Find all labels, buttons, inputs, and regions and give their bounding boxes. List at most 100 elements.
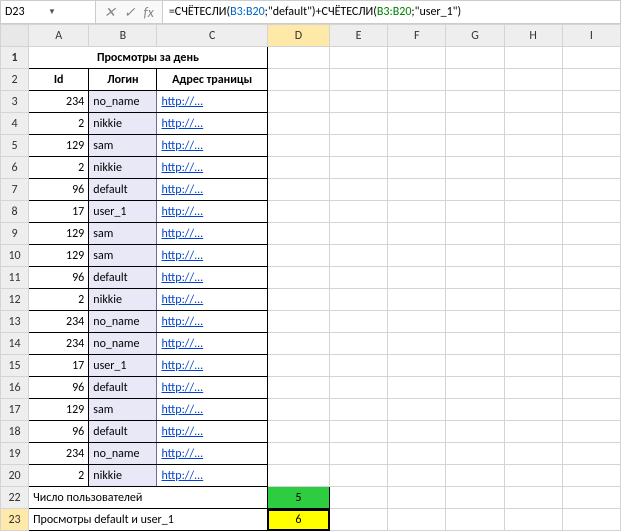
cell-login[interactable]: sam (89, 135, 157, 157)
row-header[interactable]: 17 (1, 399, 29, 421)
cell-link[interactable]: http://... (157, 179, 267, 201)
row-header[interactable]: 5 (1, 135, 29, 157)
cell-id[interactable]: 17 (29, 355, 89, 377)
cell-login[interactable]: default (89, 179, 157, 201)
row-header[interactable]: 18 (1, 421, 29, 443)
summary-value-users[interactable]: 5 (267, 487, 329, 509)
col-header-G[interactable]: G (446, 25, 504, 47)
cell-login[interactable]: user_1 (89, 201, 157, 223)
cell-login[interactable]: sam (89, 223, 157, 245)
row-header[interactable]: 13 (1, 311, 29, 333)
cell-login[interactable]: default (89, 267, 157, 289)
cancel-icon[interactable]: ✕ (104, 4, 116, 21)
cell-id[interactable]: 234 (29, 311, 89, 333)
header-page[interactable]: Адрес траницы (157, 69, 267, 91)
cell-id[interactable]: 96 (29, 179, 89, 201)
row-header[interactable]: 23 (1, 509, 29, 531)
cell-login[interactable]: nikkie (89, 289, 157, 311)
cell-id[interactable]: 17 (29, 201, 89, 223)
spreadsheet-grid[interactable]: A B C D E F G H I 1 Просмотры за день 2 … (0, 24, 621, 531)
cell-login[interactable]: no_name (89, 443, 157, 465)
row-header[interactable]: 3 (1, 91, 29, 113)
row-header[interactable]: 6 (1, 157, 29, 179)
cell-link[interactable]: http://... (157, 223, 267, 245)
cell-login[interactable]: nikkie (89, 157, 157, 179)
col-header-E[interactable]: E (330, 25, 388, 47)
cell-id[interactable]: 2 (29, 113, 89, 135)
cell-login[interactable]: nikkie (89, 113, 157, 135)
row-header[interactable]: 20 (1, 465, 29, 487)
cell-id[interactable]: 129 (29, 399, 89, 421)
cell-link[interactable]: http://... (157, 135, 267, 157)
cell-link[interactable]: http://... (157, 443, 267, 465)
header-login[interactable]: Логин (89, 69, 157, 91)
cell-login[interactable]: default (89, 421, 157, 443)
row-header[interactable]: 8 (1, 201, 29, 223)
row-header[interactable]: 11 (1, 267, 29, 289)
cell-id[interactable]: 96 (29, 421, 89, 443)
cell-link[interactable]: http://... (157, 201, 267, 223)
col-header-F[interactable]: F (388, 25, 446, 47)
row-header[interactable]: 14 (1, 333, 29, 355)
cell-id[interactable]: 234 (29, 443, 89, 465)
cell-link[interactable]: http://... (157, 333, 267, 355)
cell-id[interactable]: 234 (29, 333, 89, 355)
summary-label-users[interactable]: Число пользователей (29, 487, 268, 509)
row-header[interactable]: 19 (1, 443, 29, 465)
cell-id[interactable]: 2 (29, 157, 89, 179)
cell-login[interactable]: no_name (89, 91, 157, 113)
name-box[interactable]: D23 ▼ (1, 1, 96, 23)
cell-link[interactable]: http://... (157, 355, 267, 377)
row-header[interactable]: 15 (1, 355, 29, 377)
cell-link[interactable]: http://... (157, 245, 267, 267)
row-header[interactable]: 16 (1, 377, 29, 399)
cell-id[interactable]: 129 (29, 223, 89, 245)
title-cell[interactable]: Просмотры за день (29, 47, 268, 69)
col-header-C[interactable]: C (157, 25, 267, 47)
fx-icon[interactable]: fx (143, 4, 153, 21)
cell-login[interactable]: sam (89, 399, 157, 421)
row-header[interactable]: 7 (1, 179, 29, 201)
cell-link[interactable]: http://... (157, 311, 267, 333)
cell-link[interactable]: http://... (157, 421, 267, 443)
row-header[interactable]: 10 (1, 245, 29, 267)
row-header[interactable]: 22 (1, 487, 29, 509)
name-box-dropdown-icon[interactable]: ▼ (46, 7, 91, 17)
formula-input[interactable]: =СЧЁТЕСЛИ(B3:B20;"default")+СЧЁТЕСЛИ(B3:… (163, 1, 620, 23)
cell-link[interactable]: http://... (157, 377, 267, 399)
cell-link[interactable]: http://... (157, 91, 267, 113)
row-header[interactable]: 9 (1, 223, 29, 245)
summary-label-views[interactable]: Просмотры default и user_1 (29, 509, 268, 531)
col-header-D[interactable]: D (267, 25, 329, 47)
accept-icon[interactable]: ✓ (124, 4, 136, 21)
cell-login[interactable]: user_1 (89, 355, 157, 377)
cell-login[interactable]: default (89, 377, 157, 399)
header-id[interactable]: Id (29, 69, 89, 91)
row-header[interactable]: 12 (1, 289, 29, 311)
cell-link[interactable]: http://... (157, 157, 267, 179)
cell-link[interactable]: http://... (157, 113, 267, 135)
cell-id[interactable]: 2 (29, 289, 89, 311)
cell-link[interactable]: http://... (157, 267, 267, 289)
col-header-H[interactable]: H (504, 25, 562, 47)
cell-id[interactable]: 129 (29, 245, 89, 267)
cell-id[interactable]: 234 (29, 91, 89, 113)
cell-link[interactable]: http://... (157, 399, 267, 421)
cell-id[interactable]: 96 (29, 267, 89, 289)
cell-login[interactable]: sam (89, 245, 157, 267)
cell-login[interactable]: no_name (89, 333, 157, 355)
select-all-corner[interactable] (1, 25, 29, 47)
cell-id[interactable]: 96 (29, 377, 89, 399)
row-header[interactable]: 1 (1, 47, 29, 69)
col-header-I[interactable]: I (562, 25, 620, 47)
active-cell[interactable]: 6 (267, 509, 329, 531)
row-header[interactable]: 4 (1, 113, 29, 135)
cell-link[interactable]: http://... (157, 289, 267, 311)
row-header[interactable]: 2 (1, 69, 29, 91)
col-header-B[interactable]: B (89, 25, 157, 47)
cell-id[interactable]: 2 (29, 465, 89, 487)
cell-link[interactable]: http://... (157, 465, 267, 487)
col-header-A[interactable]: A (29, 25, 89, 47)
cell-login[interactable]: no_name (89, 311, 157, 333)
cell-login[interactable]: nikkie (89, 465, 157, 487)
